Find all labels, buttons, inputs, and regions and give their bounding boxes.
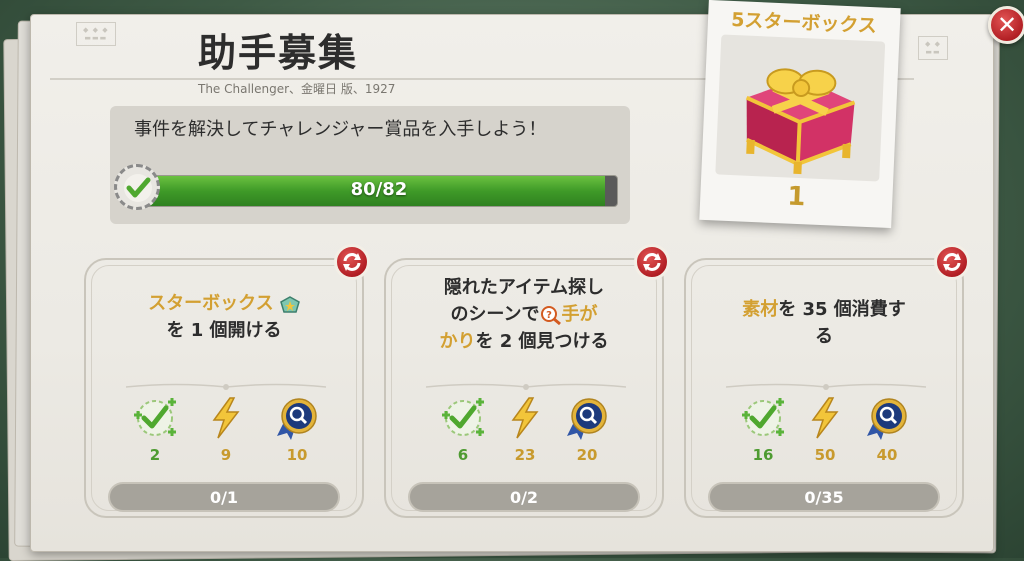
task-text: を 1 個開ける — [166, 320, 282, 341]
reward-value: 9 — [220, 446, 232, 464]
objective-text: 事件を解決してチャレンジャー賞品を入手しよう！ — [134, 119, 547, 140]
task-description: スターボックス を 1 個開ける — [98, 290, 350, 344]
ornament-divider — [726, 383, 926, 390]
task-text: を 2 個見つける — [475, 331, 609, 352]
ornament-divider — [126, 383, 326, 390]
reward-value: 10 — [286, 446, 308, 464]
task-card-1: スターボックス を 1 個開ける 2 9 10 0/1 — [84, 244, 370, 518]
reward-magnifier-medal: 20 — [562, 396, 612, 464]
star-badge-icon — [279, 295, 300, 313]
lightning-bolt-icon — [811, 397, 839, 439]
reward-value: 23 — [514, 446, 536, 464]
reward-xp: 16 — [738, 396, 788, 464]
checkmark-plus-icon — [442, 398, 484, 436]
reward-count: 1 — [786, 181, 807, 213]
task-text: 隠れたアイテム探し — [443, 277, 605, 298]
task-rewards: 2 9 10 — [86, 396, 362, 468]
task-keyword: かり — [439, 331, 476, 352]
task-progress-text: 0/2 — [509, 488, 539, 507]
reward-card: 5スターボックス 1 — [699, 0, 901, 229]
svg-text:?: ? — [546, 310, 552, 321]
lightning-bolt-icon — [212, 397, 240, 439]
task-keyword: 素材 — [742, 299, 779, 320]
checkmark-badge-icon — [114, 164, 160, 210]
task-rewards: 16 50 40 — [686, 396, 962, 468]
reward-title: 5スターボックス — [730, 8, 878, 38]
reward-value: 40 — [876, 446, 898, 464]
page-title: 助手募集 — [198, 31, 359, 75]
magnifier-medal-icon — [277, 398, 317, 440]
clue-magnifier-icon: ? — [540, 305, 562, 326]
checkmark-plus-icon — [742, 398, 784, 436]
task-card-2: 隠れたアイテム探し のシーンで ? 手が かりを 2 個見つける 6 23 20… — [384, 244, 670, 518]
task-text: のシーンで — [450, 304, 540, 325]
checkmark-plus-icon — [134, 398, 176, 436]
swap-task-button[interactable] — [934, 244, 970, 280]
task-progress-bar: 0/35 — [708, 482, 940, 512]
task-text: を 35 個消費す — [778, 299, 906, 320]
overall-progress-text: 80/82 — [350, 179, 408, 200]
reward-energy: 9 — [201, 396, 251, 464]
task-progress-bar: 0/2 — [408, 482, 640, 512]
reward-value: 2 — [149, 446, 161, 464]
reward-energy: 23 — [500, 396, 550, 464]
task-progress-text: 0/35 — [804, 488, 844, 507]
magnifier-medal-icon — [567, 398, 607, 440]
task-description: 素材を 35 個消費す る — [698, 296, 950, 350]
task-card-3: 素材を 35 個消費す る 16 50 40 0/35 — [684, 244, 970, 518]
task-keyword: スターボックス — [148, 293, 274, 314]
reward-magnifier-medal: 40 — [862, 396, 912, 464]
ornament-divider — [426, 383, 626, 390]
task-description: 隠れたアイテム探し のシーンで ? 手が かりを 2 個見つける — [398, 274, 650, 355]
newspaper-logo-right: ◆ ◆ ▬▬ — [918, 36, 948, 60]
reward-value: 20 — [576, 446, 598, 464]
reward-energy: 50 — [800, 396, 850, 464]
task-progress-bar: 0/1 — [108, 482, 340, 512]
refresh-icon — [343, 253, 361, 271]
close-button[interactable]: ✕ — [988, 6, 1024, 44]
reward-magnifier-medal: 10 — [272, 396, 322, 464]
reward-value: 16 — [752, 446, 774, 464]
task-keyword: 手が — [561, 304, 598, 325]
task-text: る — [815, 326, 833, 347]
reward-value: 6 — [457, 446, 469, 464]
reward-xp: 6 — [438, 396, 488, 464]
overall-progress-bar: 80/82 — [140, 175, 618, 207]
lightning-bolt-icon — [511, 397, 539, 439]
close-icon: ✕ — [996, 11, 1018, 39]
refresh-icon — [643, 253, 661, 271]
reward-value: 50 — [814, 446, 836, 464]
task-progress-text: 0/1 — [209, 488, 239, 507]
newspaper-logo-left: ◆ ◆ ◆ ▬▬▬ — [76, 22, 116, 46]
task-rewards: 6 23 20 — [386, 396, 662, 468]
reward-xp: 2 — [130, 396, 180, 464]
star-box-chest-icon — [715, 34, 886, 182]
page-subtitle: The Challenger、金曜日 版、1927 — [198, 82, 396, 96]
magnifier-medal-icon — [867, 398, 907, 440]
swap-task-button[interactable] — [334, 244, 370, 280]
refresh-icon — [943, 253, 961, 271]
